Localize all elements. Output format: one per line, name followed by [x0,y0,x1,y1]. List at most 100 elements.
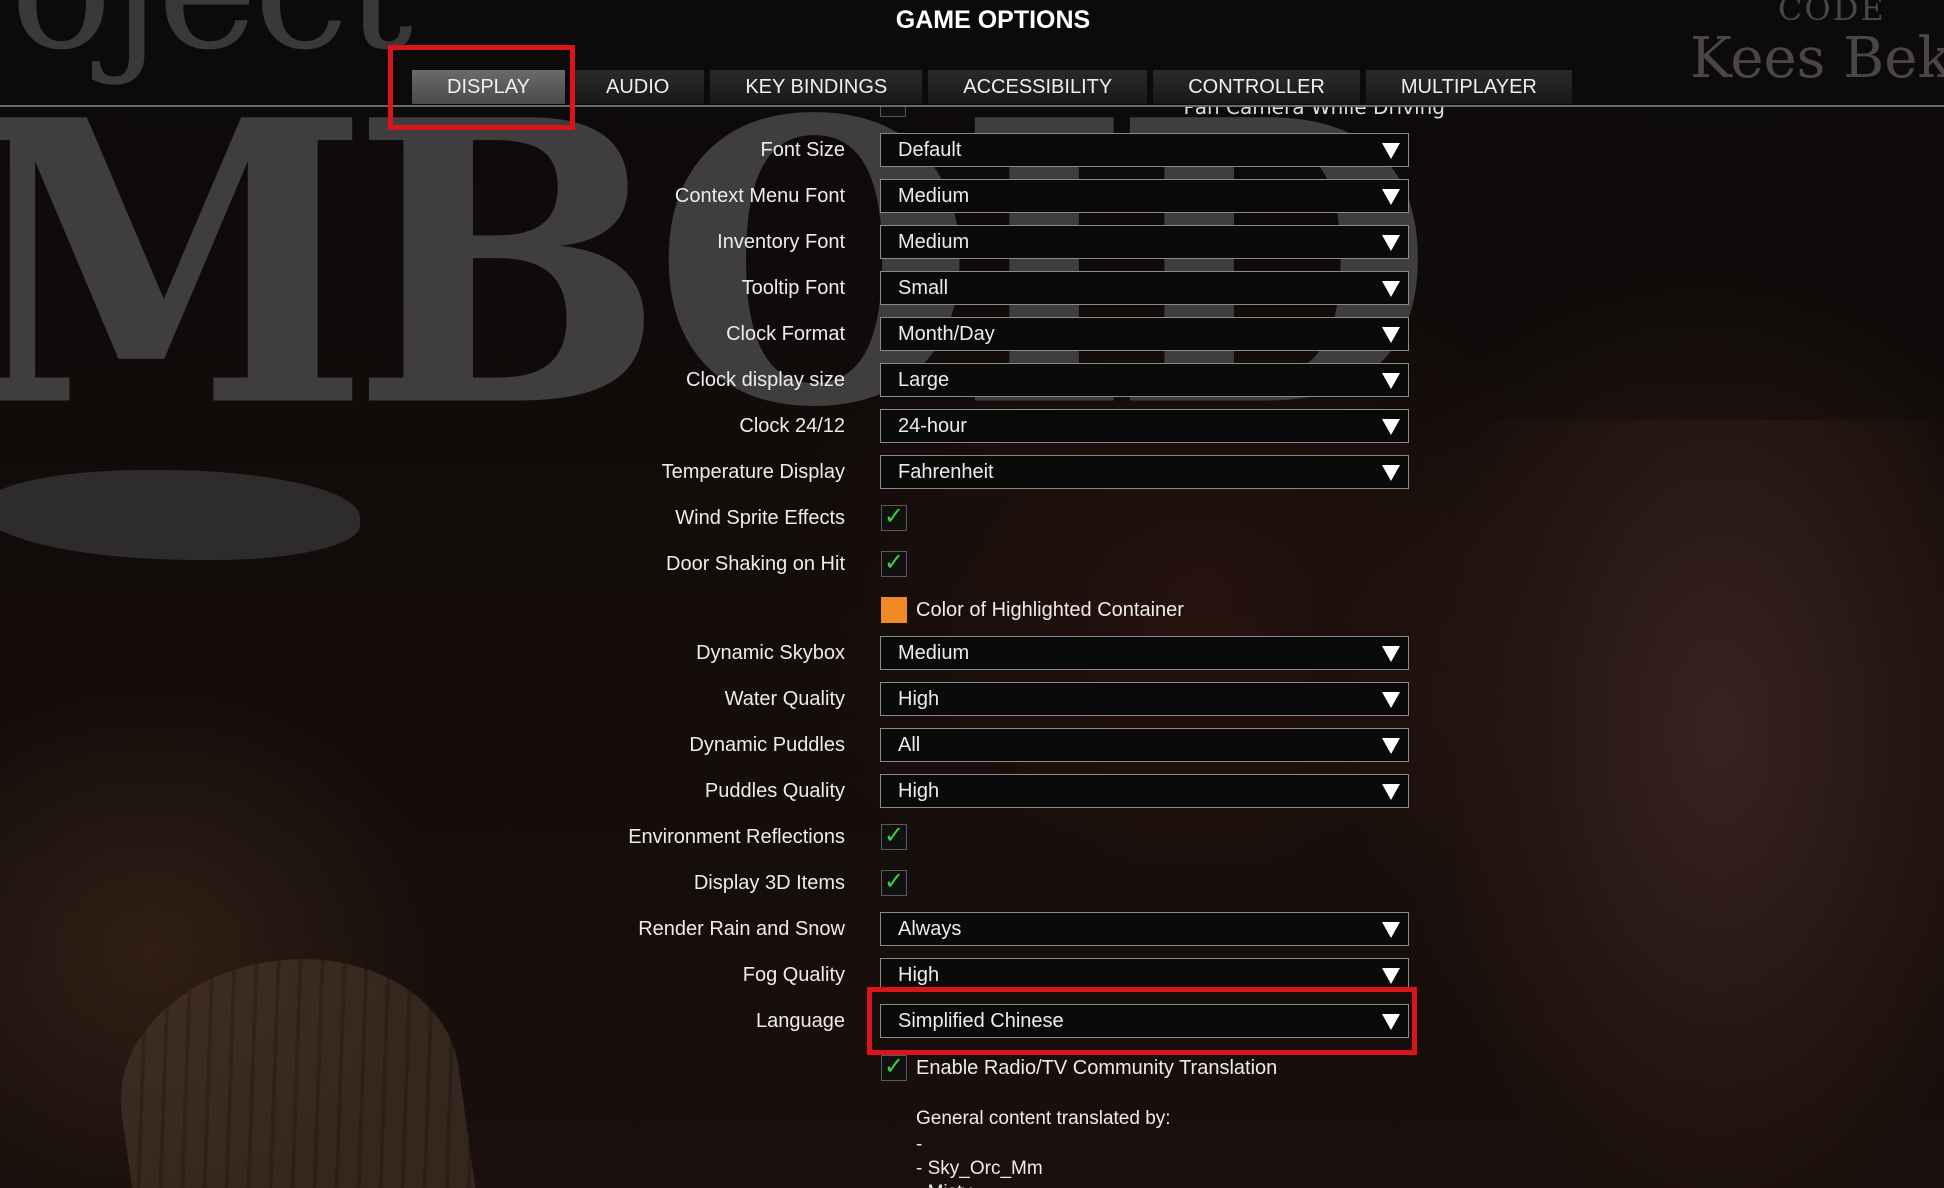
environment-reflections-checkbox[interactable]: ✓ [881,821,907,850]
triangle-down-icon [1382,189,1400,205]
setting-label: Door Shaking on Hit [666,553,845,575]
wind-sprite-effects-checkbox[interactable]: ✓ [881,502,907,531]
tab-audio[interactable]: AUDIO [571,70,705,104]
setting-inventory-font: Inventory Font Medium [0,225,1944,259]
setting-display-3d-items: Display 3D Items ✓ [0,866,1944,900]
checkmark-icon: ✓ [884,548,905,576]
setting-label: Clock Format [726,323,845,345]
setting-dynamic-skybox: Dynamic Skybox Medium [0,636,1944,670]
dropdown-value: Default [898,139,962,161]
checkmark-icon: ✓ [884,502,905,530]
radio-tv-translation-checkbox[interactable]: ✓ [881,1052,907,1081]
inventory-font-dropdown[interactable]: Medium [880,225,1409,259]
pan-camera-checkbox[interactable] [880,107,906,117]
puddles-quality-dropdown[interactable]: High [880,774,1409,808]
clock-format-dropdown[interactable]: Month/Day [880,317,1409,351]
clock-24-12-dropdown[interactable]: 24-hour [880,409,1409,443]
checkmark-icon: ✓ [884,1052,905,1080]
setting-dynamic-puddles: Dynamic Puddles All [0,728,1944,762]
display-tab-highlight [388,45,575,130]
setting-wind-sprite-effects: Wind Sprite Effects ✓ [0,501,1944,535]
setting-label: Environment Reflections [628,826,845,848]
tab-key-bindings[interactable]: KEY BINDINGS [710,70,923,104]
setting-label: Tooltip Font [741,277,845,299]
render-rain-and-snow-dropdown[interactable]: Always [880,912,1409,946]
setting-context-menu-font: Context Menu Font Medium [0,179,1944,213]
setting-font-size: Font Size Default [0,133,1944,167]
checkmark-icon: ✓ [884,821,905,849]
setting-water-quality: Water Quality High [0,682,1944,716]
setting-label: Display 3D Items [693,872,845,894]
triangle-down-icon [1382,922,1400,938]
setting-label: Color of Highlighted Container [916,599,1184,621]
setting-label: Pan Camera While Driving [1183,107,1445,119]
display-3d-items-checkbox[interactable]: ✓ [881,867,907,896]
setting-environment-reflections: Environment Reflections ✓ [0,820,1944,854]
logo-text-main: MBOID [0,37,1433,493]
setting-label: Wind Sprite Effects [675,507,845,529]
tab-bar: DISPLAY AUDIO KEY BINDINGS ACCESSIBILITY… [412,70,1572,104]
dynamic-skybox-dropdown[interactable]: Medium [880,636,1409,670]
setting-label: Enable Radio/TV Community Translation [916,1057,1278,1079]
setting-label: Dynamic Skybox [696,642,845,664]
setting-door-shaking-on-hit: Door Shaking on Hit ✓ [0,547,1944,581]
triangle-down-icon [1382,968,1400,984]
tab-multiplayer[interactable]: MULTIPLAYER [1365,70,1572,104]
triangle-down-icon [1382,738,1400,754]
water-quality-dropdown[interactable]: High [880,682,1409,716]
setting-label: Clock display size [686,369,845,391]
setting-pan-camera-partial: Pan Camera While Driving [600,107,1500,121]
dropdown-value: Medium [898,231,970,253]
translation-credit-line: - [916,1134,923,1155]
triangle-down-icon [1382,235,1400,251]
dropdown-value: Fahrenheit [898,461,994,483]
triangle-down-icon [1382,419,1400,435]
dropdown-value: Medium [898,185,970,207]
setting-render-rain-and-snow: Render Rain and Snow Always [0,912,1944,946]
translation-credit-line: - Sky_Orc_Mm [916,1158,1043,1179]
context-menu-font-dropdown[interactable]: Medium [880,179,1409,213]
triangle-down-icon [1382,465,1400,481]
translation-credits-heading: General content translated by: [916,1108,1171,1129]
dynamic-puddles-dropdown[interactable]: All [880,728,1409,762]
clock-display-size-dropdown[interactable]: Large [880,363,1409,397]
triangle-down-icon [1382,327,1400,343]
background-credit-name: Kees Bekk [1690,26,1944,91]
setting-label: Dynamic Puddles [689,734,845,756]
dropdown-value: High [898,780,940,802]
triangle-down-icon [1382,692,1400,708]
highlighted-container-color-swatch[interactable] [881,597,907,623]
setting-label: Fog Quality [742,964,845,986]
setting-label: Font Size [760,139,845,161]
language-highlight [867,987,1417,1055]
triangle-down-icon [1382,281,1400,297]
setting-highlighted-container-color: Color of Highlighted Container [0,593,1944,627]
dropdown-value: 24-hour [898,415,967,437]
setting-label: Render Rain and Snow [638,918,845,940]
setting-label: Language [756,1010,845,1032]
tab-controller[interactable]: CONTROLLER [1153,70,1360,104]
setting-radio-tv-translation: ✓ Enable Radio/TV Community Translation [0,1052,1944,1087]
dropdown-value: High [898,688,940,710]
tooltip-font-dropdown[interactable]: Small [880,271,1409,305]
font-size-dropdown[interactable]: Default [880,133,1409,167]
setting-puddles-quality: Puddles Quality High [0,774,1944,808]
dropdown-value: Small [898,277,949,299]
triangle-down-icon [1382,143,1400,159]
checkmark-icon: ✓ [884,867,905,895]
setting-clock-display-size: Clock display size Large [0,363,1944,397]
temperature-display-dropdown[interactable]: Fahrenheit [880,455,1409,489]
triangle-down-icon [1382,373,1400,389]
dropdown-value: Month/Day [898,323,995,345]
dropdown-value: Large [898,369,950,391]
setting-label: Context Menu Font [674,185,845,207]
triangle-down-icon [1382,784,1400,800]
tab-accessibility[interactable]: ACCESSIBILITY [928,70,1148,104]
setting-label: Temperature Display [661,461,845,483]
setting-label: Inventory Font [717,231,845,253]
door-shaking-checkbox[interactable]: ✓ [881,548,907,577]
setting-label: Water Quality [724,688,845,710]
setting-label: Puddles Quality [704,780,845,802]
setting-temperature-display: Temperature Display Fahrenheit [0,455,1944,489]
page-title: GAME OPTIONS [895,6,1091,34]
